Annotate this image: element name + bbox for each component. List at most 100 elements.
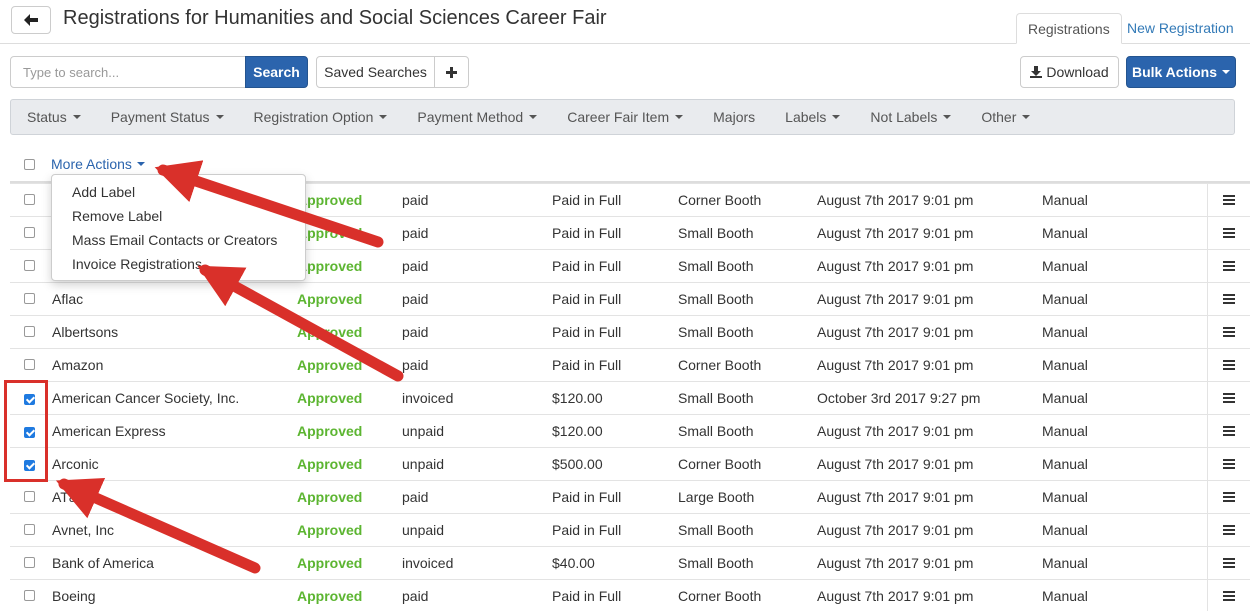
row-actions-menu[interactable] <box>1207 316 1250 348</box>
status-badge: Approved <box>297 225 363 241</box>
row-actions-menu[interactable] <box>1207 184 1250 216</box>
table-row[interactable]: American Cancer Society, Inc. Approved inv… <box>10 381 1250 414</box>
table-row[interactable]: Amazon Approved paid Paid in Full Corner Boo… <box>10 348 1250 381</box>
org-name[interactable]: American Cancer Society, Inc. <box>52 390 239 406</box>
status-badge: Approved <box>297 258 363 274</box>
org-name[interactable]: Arconic <box>52 456 99 472</box>
row-actions-menu[interactable] <box>1207 217 1250 249</box>
payment-method: Manual <box>1042 555 1088 571</box>
row-actions-menu[interactable] <box>1207 514 1250 546</box>
amount: Paid in Full <box>552 291 622 307</box>
row-actions-menu[interactable] <box>1207 547 1250 579</box>
back-button[interactable] <box>11 6 51 34</box>
table-row[interactable]: Bank of America Approved invoiced $40.00 Sma… <box>10 546 1250 579</box>
row-checkbox[interactable] <box>24 491 35 502</box>
row-actions-menu[interactable] <box>1207 580 1250 611</box>
amount: Paid in Full <box>552 225 622 241</box>
row-actions-menu[interactable] <box>1207 382 1250 414</box>
row-checkbox[interactable] <box>24 524 35 535</box>
payment-status: paid <box>402 291 429 307</box>
org-name[interactable]: Amazon <box>52 357 103 373</box>
filter-not-labels[interactable]: Not Labels <box>870 109 952 125</box>
org-name[interactable]: Aflac <box>52 291 83 307</box>
payment-status: invoiced <box>402 555 454 571</box>
add-saved-search-button[interactable] <box>434 56 469 88</box>
download-label: Download <box>1046 64 1109 80</box>
row-actions-menu[interactable] <box>1207 481 1250 513</box>
caret-down-icon <box>215 115 224 119</box>
table-row[interactable]: Boeing Approved paid Paid in Full Corner Boo… <box>10 579 1250 611</box>
status-badge: Approved <box>297 555 363 571</box>
caret-down-icon <box>1222 70 1231 74</box>
payment-status: paid <box>402 324 429 340</box>
registration-date: August 7th 2017 9:01 pm <box>817 225 974 241</box>
filter-status[interactable]: Status <box>27 109 81 125</box>
amount: Paid in Full <box>552 489 622 505</box>
row-checkbox[interactable] <box>24 194 35 205</box>
registration-date: August 7th 2017 9:01 pm <box>817 423 974 439</box>
row-checkbox[interactable] <box>24 293 35 304</box>
filter-registration-option[interactable]: Registration Option <box>254 109 388 125</box>
search-input[interactable] <box>10 56 246 88</box>
row-actions-menu[interactable] <box>1207 349 1250 381</box>
status-badge: Approved <box>297 456 363 472</box>
row-checkbox[interactable] <box>24 260 35 271</box>
menu-item-add-label[interactable]: Add Label <box>52 180 305 204</box>
registration-date: August 7th 2017 9:01 pm <box>817 192 974 208</box>
org-name[interactable]: Albertsons <box>52 324 118 340</box>
payment-status: unpaid <box>402 522 445 538</box>
registration-date: August 7th 2017 9:01 pm <box>817 522 974 538</box>
saved-searches-button[interactable]: Saved Searches <box>316 56 435 88</box>
row-actions-menu[interactable] <box>1207 250 1250 282</box>
org-name[interactable]: Boeing <box>52 588 96 604</box>
row-checkbox[interactable] <box>24 590 35 601</box>
row-actions-menu[interactable] <box>1207 283 1250 315</box>
filter-payment-status[interactable]: Payment Status <box>111 109 224 125</box>
bulk-actions-button[interactable]: Bulk Actions <box>1126 56 1236 88</box>
amount: Paid in Full <box>552 258 622 274</box>
row-actions-menu[interactable] <box>1207 448 1250 480</box>
row-checkbox[interactable] <box>24 326 35 337</box>
filter-bar: Status Payment Status Registration Optio… <box>10 99 1235 135</box>
row-checkbox[interactable] <box>24 227 35 238</box>
table-row[interactable]: Albertsons Approved paid Paid in Full Small … <box>10 315 1250 348</box>
org-name[interactable]: AT&T <box>52 489 87 505</box>
hamburger-icon <box>1223 327 1235 337</box>
download-button[interactable]: Download <box>1020 56 1119 88</box>
payment-method: Manual <box>1042 390 1088 406</box>
download-icon <box>1030 66 1043 78</box>
amount: $40.00 <box>552 555 595 571</box>
payment-method: Manual <box>1042 357 1088 373</box>
amount: Paid in Full <box>552 522 622 538</box>
filter-labels[interactable]: Labels <box>785 109 841 125</box>
payment-method: Manual <box>1042 324 1088 340</box>
row-checkbox[interactable] <box>24 359 35 370</box>
table-row[interactable]: American Express Approved unpaid $120.00 Sma… <box>10 414 1250 447</box>
filter-other[interactable]: Other <box>981 109 1031 125</box>
search-button[interactable]: Search <box>245 56 308 88</box>
bulk-actions-label: Bulk Actions <box>1131 64 1218 80</box>
status-badge: Approved <box>297 192 363 208</box>
menu-item-remove-label[interactable]: Remove Label <box>52 204 305 228</box>
select-all-checkbox[interactable] <box>24 159 35 170</box>
filter-payment-method[interactable]: Payment Method <box>417 109 538 125</box>
more-actions-toggle[interactable]: More Actions <box>51 156 145 172</box>
table-row[interactable]: Avnet, Inc Approved unpaid Paid in Full Smal… <box>10 513 1250 546</box>
org-name[interactable]: Avnet, Inc <box>52 522 114 538</box>
row-actions-menu[interactable] <box>1207 415 1250 447</box>
menu-item-mass-email[interactable]: Mass Email Contacts or Creators <box>52 228 305 252</box>
filter-career-fair-item[interactable]: Career Fair Item <box>567 109 684 125</box>
table-row[interactable]: AT&T Approved paid Paid in Full Large Booth A… <box>10 480 1250 513</box>
payment-method: Manual <box>1042 588 1088 604</box>
org-name[interactable]: American Express <box>52 423 166 439</box>
tab-new-registration[interactable]: New Registration <box>1116 13 1245 44</box>
table-row[interactable]: Arconic Approved unpaid $500.00 Corner Booth… <box>10 447 1250 480</box>
career-fair-item: Small Booth <box>678 291 754 307</box>
menu-item-invoice-registrations[interactable]: Invoice Registrations <box>52 252 305 276</box>
filter-label: Career Fair Item <box>567 109 670 125</box>
row-checkbox[interactable] <box>24 557 35 568</box>
tab-registrations[interactable]: Registrations <box>1016 13 1122 44</box>
table-row[interactable]: Aflac Approved paid Paid in Full Small Booth… <box>10 282 1250 315</box>
filter-majors[interactable]: Majors <box>713 109 755 125</box>
org-name[interactable]: Bank of America <box>52 555 154 571</box>
